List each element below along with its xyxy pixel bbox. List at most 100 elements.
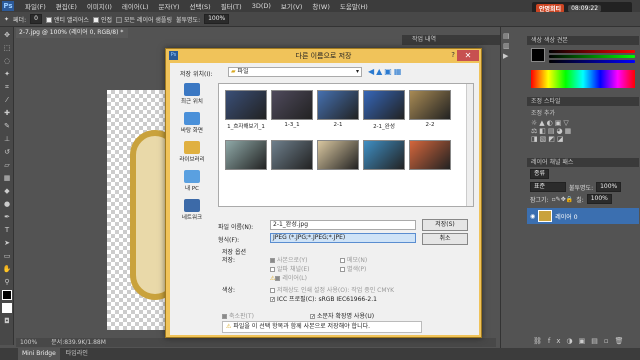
layers-tabs[interactable]: 레이어 채널 패스 xyxy=(527,158,639,167)
tab-timeline[interactable]: 타임라인 xyxy=(62,348,92,360)
file-thumbnail[interactable] xyxy=(223,140,269,172)
folder-nav-icons[interactable]: ◀▲▣▦ xyxy=(368,67,403,76)
lasso-tool-icon[interactable]: ◌ xyxy=(2,56,12,66)
history-icon[interactable]: ▤ xyxy=(503,32,511,40)
stamp-tool-icon[interactable]: ⊥ xyxy=(2,134,12,144)
thumbnail-checkbox[interactable]: 축소판(T) xyxy=(222,311,254,320)
adjustments-tabs[interactable]: 조정 스타일 xyxy=(527,97,639,106)
tab-mini-bridge[interactable]: Mini Bridge xyxy=(18,348,60,360)
spot-colors-checkbox[interactable]: 별색(P) xyxy=(340,264,366,273)
lowercase-extension-checkbox[interactable]: ✓ 소문자 확장명 사용(U) xyxy=(310,311,374,320)
opacity-input[interactable]: 100% xyxy=(204,14,230,24)
layer-name[interactable]: 레이어 0 xyxy=(555,212,577,221)
feather-input[interactable]: 0 xyxy=(30,14,42,24)
zoom-level[interactable]: 100% xyxy=(20,338,37,347)
healing-tool-icon[interactable]: ✚ xyxy=(2,108,12,118)
color-spectrum[interactable] xyxy=(531,70,635,88)
place-network[interactable]: 네트워크 xyxy=(172,199,212,221)
as-copy-checkbox[interactable]: 사본으로(Y) xyxy=(270,255,307,264)
fill-input[interactable]: 100% xyxy=(586,194,612,204)
filename-input[interactable]: 2-1_완성.jpg xyxy=(270,220,416,230)
dodge-tool-icon[interactable]: ● xyxy=(2,199,12,209)
green-slider[interactable] xyxy=(549,55,635,58)
contiguous-checkbox[interactable]: 인접 xyxy=(92,15,112,24)
pen-tool-icon[interactable]: ✒ xyxy=(2,212,12,222)
format-select[interactable]: JPEG (*.JPG;*.JPEG;*.JPE) xyxy=(270,233,416,243)
close-icon[interactable]: ✕ xyxy=(457,50,479,61)
menu-filter[interactable]: 필터(T) xyxy=(216,1,247,11)
marquee-tool-icon[interactable]: ⬚ xyxy=(2,43,12,53)
layer-row[interactable]: ◉ 레이어 0 xyxy=(527,208,639,224)
file-list-scrollbar[interactable] xyxy=(466,84,473,206)
path-select-icon[interactable]: ➤ xyxy=(2,238,12,248)
antialias-checkbox[interactable]: 앤티 앨리어스 xyxy=(45,15,89,24)
document-tab[interactable]: 2-7.jpg @ 100% (레이어 0, RGB/8) * xyxy=(16,28,128,38)
hand-tool-icon[interactable]: ✋ xyxy=(2,264,12,274)
magic-wand-icon[interactable]: ✦ xyxy=(4,16,9,23)
file-thumbnail[interactable] xyxy=(407,140,453,172)
brush-tool-icon[interactable]: ✎ xyxy=(2,121,12,131)
gradient-tool-icon[interactable]: ▦ xyxy=(2,173,12,183)
icc-profile-checkbox[interactable]: ✓ ICC 프로필(C): sRGB IEC61966-2.1 xyxy=(270,294,377,303)
history-brush-icon[interactable]: ↺ xyxy=(2,147,12,157)
move-tool-icon[interactable]: ✥ xyxy=(2,30,12,40)
actions-icon[interactable]: ▶ xyxy=(503,52,511,60)
eraser-tool-icon[interactable]: ▱ xyxy=(2,160,12,170)
menu-window[interactable]: 창(W) xyxy=(307,1,334,11)
file-preview-image xyxy=(363,90,405,120)
file-thumbnail[interactable]: 2-1 xyxy=(315,90,361,130)
shape-tool-icon[interactable]: ▭ xyxy=(2,251,12,261)
red-slider[interactable] xyxy=(549,50,635,53)
place-recent[interactable]: 최근 위치 xyxy=(172,83,212,105)
save-in-select[interactable]: ▰ 파일 ▾ xyxy=(228,67,362,77)
menu-image[interactable]: 이미지(I) xyxy=(82,1,117,11)
place-desktop[interactable]: 바탕 화면 xyxy=(172,112,212,134)
foreground-swatch[interactable] xyxy=(531,48,545,62)
menu-select[interactable]: 선택(S) xyxy=(185,1,216,11)
menu-view[interactable]: 보기(V) xyxy=(276,1,307,11)
crop-tool-icon[interactable]: ⌗ xyxy=(2,82,12,92)
notes-checkbox[interactable]: 메모(N) xyxy=(340,255,367,264)
properties-icon[interactable]: ▥ xyxy=(503,42,511,50)
color-panel-tabs[interactable]: 색상 색상 견본 xyxy=(527,36,639,45)
file-thumbnail[interactable] xyxy=(361,140,407,172)
alpha-channels-checkbox[interactable]: 알파 채널(E) xyxy=(270,264,309,273)
menu-file[interactable]: 파일(F) xyxy=(20,1,51,11)
background-color-icon[interactable] xyxy=(2,303,12,313)
quick-mask-icon[interactable]: ◘ xyxy=(2,316,12,326)
cancel-button[interactable]: 취소 xyxy=(422,233,468,245)
file-thumbnail[interactable]: 1-3_1 xyxy=(269,90,315,130)
file-thumbnail[interactable] xyxy=(269,140,315,172)
place-libraries[interactable]: 라이브러리 xyxy=(172,141,212,163)
adjustment-icons[interactable]: ☼▲◐▣▽ ⚖◧▤◕▦ ◨▧◩◪ xyxy=(527,119,639,143)
layer-kind-filter[interactable]: 종류 xyxy=(530,169,550,179)
file-thumbnail[interactable]: 2-2 xyxy=(407,90,453,130)
help-icon[interactable]: ? xyxy=(451,50,455,61)
blend-mode-select[interactable]: 표준 xyxy=(530,182,566,192)
layer-footer-icons[interactable]: ⛓fx◑▣▤▫🗑 xyxy=(527,337,639,345)
save-button[interactable]: 저장(S) xyxy=(422,219,468,231)
visibility-eye-icon[interactable]: ◉ xyxy=(530,213,535,220)
zoom-tool-icon[interactable]: ⚲ xyxy=(2,277,12,287)
all-layers-checkbox[interactable]: 모든 레이어 샘플링 xyxy=(116,15,172,24)
blur-tool-icon[interactable]: ◆ xyxy=(2,186,12,196)
layer-opacity-input[interactable]: 100% xyxy=(596,182,622,192)
type-tool-icon[interactable]: T xyxy=(2,225,12,235)
file-thumbnail[interactable]: 1_흐자해보기_1 xyxy=(223,90,269,130)
proof-setup-checkbox[interactable]: 저해상도 인쇄 설정 사용(O): 작업 중인 CMYK xyxy=(270,285,394,294)
menu-type[interactable]: 문자(Y) xyxy=(154,1,185,11)
blue-slider[interactable] xyxy=(549,60,635,63)
history-panel-tab[interactable]: 작업 내역 xyxy=(402,35,500,45)
place-this-pc[interactable]: 내 PC xyxy=(172,170,212,192)
menu-3d[interactable]: 3D(D) xyxy=(247,2,276,10)
magic-wand-tool-icon[interactable]: ✦ xyxy=(2,69,12,79)
lock-icons[interactable]: ▫✎✥🔒 xyxy=(552,196,574,203)
menu-help[interactable]: 도움말(H) xyxy=(335,1,373,11)
eyedropper-tool-icon[interactable]: ⁄ xyxy=(2,95,12,105)
foreground-color-icon[interactable] xyxy=(2,290,12,300)
file-thumbnail[interactable]: 2-1_완성 xyxy=(361,90,407,130)
layers-checkbox[interactable]: ⚠ 레이어(L) xyxy=(270,273,307,282)
menu-layer[interactable]: 레이어(L) xyxy=(117,1,154,11)
menu-edit[interactable]: 편집(E) xyxy=(51,1,82,11)
file-thumbnail[interactable] xyxy=(315,140,361,172)
